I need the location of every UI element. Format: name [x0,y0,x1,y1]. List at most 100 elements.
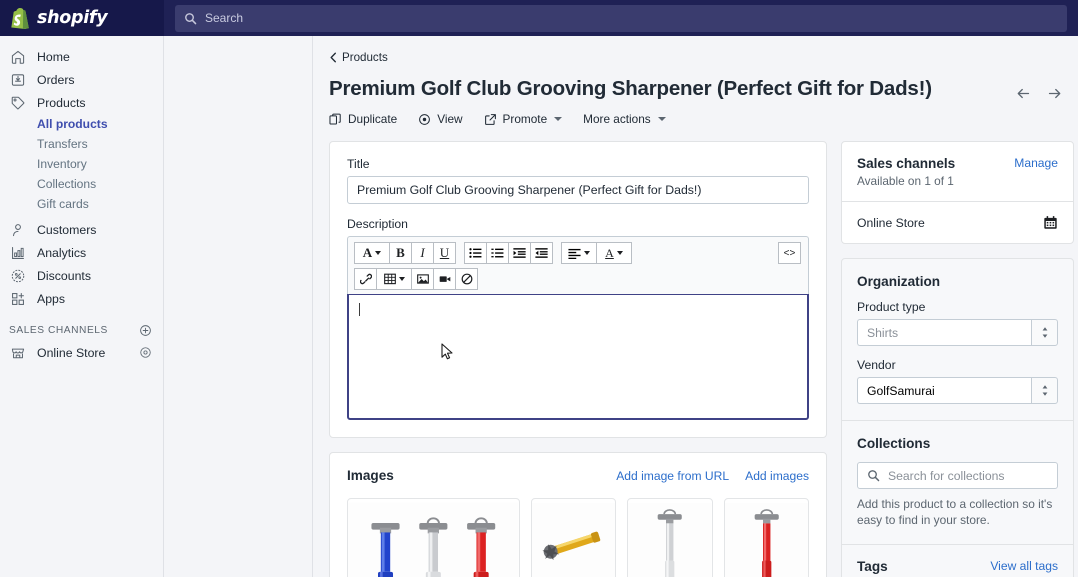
align-left-icon [568,248,581,259]
insert-group [354,268,478,290]
manage-link[interactable]: Manage [1014,156,1058,170]
product-type-select[interactable]: Shirts [857,319,1058,346]
add-image-from-url-link[interactable]: Add image from URL [616,469,729,483]
align-group: A [561,242,632,264]
sidebar-item-collections[interactable]: Collections [0,174,163,194]
indent-icon [535,248,548,258]
brand-logo[interactable]: shopify [0,0,164,36]
sidebar-item-analytics[interactable]: Analytics [0,241,163,264]
product-image-red[interactable] [723,498,809,577]
chevron-left-icon [330,52,336,63]
view-button[interactable]: View [418,112,463,126]
table-icon [383,273,396,285]
title-description-card: Title Premium Golf Club Grooving Sharpen… [329,141,827,438]
promote-button[interactable]: Promote [484,112,563,126]
calendar-icon[interactable] [1043,215,1058,230]
insert-table-dropdown[interactable] [376,268,412,290]
sidebar-item-home[interactable]: Home [0,45,163,68]
bulleted-list-button[interactable] [464,242,487,264]
action-label: Promote [502,112,548,126]
underline-button[interactable]: U [433,242,456,264]
chevron-down-icon [398,277,405,281]
vendor-label: Vendor [857,358,896,372]
outdent-button[interactable] [508,242,531,264]
italic-button[interactable]: I [411,242,434,264]
search-icon [868,470,880,482]
sidebar-item-orders[interactable]: Orders [0,68,163,91]
add-images-link[interactable]: Add images [745,469,809,483]
product-type-select-arrows[interactable] [1031,319,1058,346]
action-label: Duplicate [348,112,398,126]
description-field-label: Description [347,217,408,231]
title-input-value: Premium Golf Club Grooving Sharpener (Pe… [357,183,702,197]
storefront-icon [9,344,26,361]
sidebar-item-all-products[interactable]: All products [0,114,163,134]
subnav-label: Inventory [37,157,87,171]
product-image-gold[interactable] [530,498,617,577]
shopify-admin-app: shopify Search Home Orders Products All … [0,0,1078,577]
sidebar-item-label: Customers [37,222,97,237]
insert-image-button[interactable] [411,268,434,290]
more-actions-button[interactable]: More actions [583,112,666,126]
view-all-tags-link[interactable]: View all tags [990,559,1058,573]
vendor-select-arrows[interactable] [1031,377,1058,404]
sidebar-item-apps[interactable]: Apps [0,287,163,310]
indent-button[interactable] [530,242,553,264]
chevron-down-icon [554,117,563,121]
insert-link-button[interactable] [354,268,377,290]
sidebar-item-inventory[interactable]: Inventory [0,154,163,174]
search-input[interactable]: Search [175,4,1067,32]
chevron-down-icon [584,251,590,255]
collections-search-placeholder: Search for collections [888,468,1005,483]
sales-channel-row[interactable]: Online Store [842,202,1073,243]
sidebar-item-label: Home [37,49,70,64]
numbered-list-button[interactable] [486,242,509,264]
description-editor[interactable] [347,294,809,420]
list-number-icon [491,248,504,258]
list-bullet-icon [469,248,482,258]
sidebar-item-transfers[interactable]: Transfers [0,134,163,154]
video-icon [439,276,450,282]
font-style-dropdown[interactable]: A [354,242,390,264]
shopify-bag-icon [11,7,29,29]
bold-button[interactable]: B [389,242,412,264]
eye-icon[interactable] [139,346,152,359]
product-type-value: Shirts [857,319,1031,346]
chevron-updown-icon [1042,327,1047,338]
action-label: View [437,112,463,126]
sidebar-item-label: Discounts [37,268,91,283]
sidebar-item-customers[interactable]: Customers [0,218,163,241]
collections-title: Collections [857,436,931,451]
product-page: Products Premium Golf Club Grooving Shar… [313,36,1078,577]
collections-search-input[interactable]: Search for collections [857,462,1058,489]
insert-video-button[interactable] [433,268,456,290]
duplicate-button[interactable]: Duplicate [329,112,397,126]
left-column: Title Premium Golf Club Grooving Sharpen… [329,141,827,577]
body: Home Orders Products All products Transf… [0,36,1078,577]
golf-sharpener-red-image [724,503,808,577]
plus-circle-icon[interactable] [139,324,152,337]
analytics-bars-icon [9,244,26,261]
title-input[interactable]: Premium Golf Club Grooving Sharpener (Pe… [347,176,809,204]
code-view-button[interactable]: <> [778,242,801,264]
tags-section: Tags View all tags [842,545,1073,577]
top-bar: shopify Search [0,0,1078,36]
clear-formatting-button[interactable] [455,268,478,290]
sidebar-item-products[interactable]: Products [0,91,163,114]
breadcrumb-label: Products [342,51,388,64]
sidebar-item-online-store[interactable]: Online Store [0,341,163,364]
text-color-dropdown[interactable]: A [596,242,632,264]
sales-channels-header: Sales channels Manage Available on 1 of … [842,142,1073,201]
breadcrumb[interactable]: Products [329,51,388,64]
sidebar-item-label: Analytics [37,245,87,260]
image-icon [416,274,429,284]
arrow-right-icon[interactable] [1047,86,1062,101]
golf-sharpener-trio-image [348,502,519,577]
product-image-trio[interactable] [347,498,520,577]
sidebar-item-gift-cards[interactable]: Gift cards [0,194,163,214]
sidebar-item-discounts[interactable]: Discounts [0,264,163,287]
product-image-silver[interactable] [627,498,713,577]
vendor-select[interactable]: GolfSamurai [857,377,1058,404]
arrow-left-icon[interactable] [1016,86,1031,101]
align-dropdown[interactable] [561,242,597,264]
